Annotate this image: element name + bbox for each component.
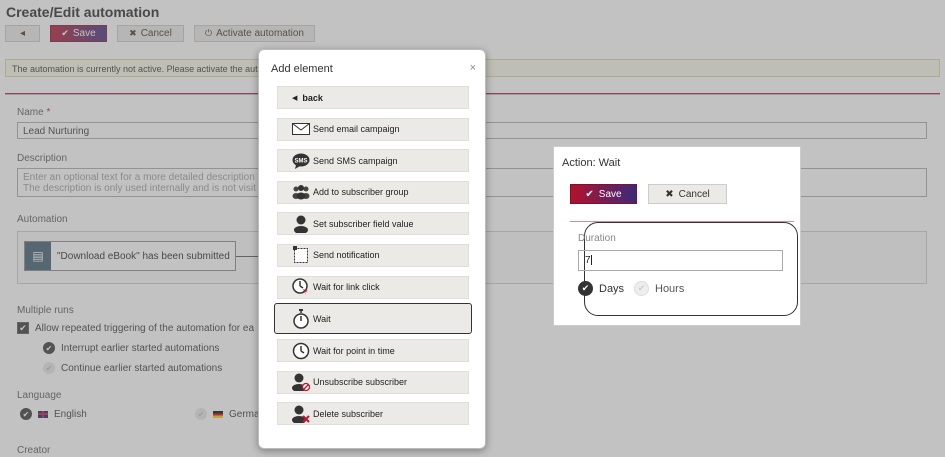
wait-panel-title: Action: Wait [562,157,621,169]
check-icon: ✔ [578,281,593,296]
sms-icon: SMS [291,152,311,170]
back-item[interactable]: ◀ back [277,86,469,109]
wait-save-button[interactable]: ✔ Save [570,184,637,204]
action-wait-panel: Action: Wait ✔ Save ✖ Cancel Duration 7 ✔ D… [553,146,801,326]
wait-for-point-in-time-item[interactable]: Wait for point in time [277,339,469,363]
user-delete-icon [291,405,311,423]
envelope-icon [291,120,311,138]
check-icon: ✔ [634,281,649,296]
unit-hours-radio[interactable]: ✔ Hours [634,281,684,296]
text-cursor [590,255,592,266]
send-notification-item[interactable]: Send notification [277,243,469,267]
stopwatch-icon [291,308,311,329]
close-icon: ✖ [665,188,674,200]
user-unsubscribe-icon [291,373,311,392]
duration-label: Duration [578,233,616,244]
unit-days-radio[interactable]: ✔ Days [578,281,624,296]
svg-text:SMS: SMS [294,158,307,164]
element-list: ◀ back Send email campaign SMS Send SMS … [274,86,472,434]
send-email-campaign-item[interactable]: Send email campaign [277,117,469,141]
check-icon: ✔ [585,188,594,200]
add-to-subscriber-group-item[interactable]: Add to subscriber group [277,180,469,204]
user-icon [291,215,311,233]
chevron-left-icon: ◀ [292,94,298,102]
add-element-dialog: Add element × ◀ back Send email campaign… [258,49,486,449]
set-subscriber-field-value-item[interactable]: Set subscriber field value [277,212,469,236]
dialog-title: Add element [271,63,333,75]
wait-item[interactable]: Wait [274,303,472,335]
close-icon[interactable]: × [470,62,476,74]
send-sms-campaign-item[interactable]: SMS Send SMS campaign [277,149,469,173]
wait-for-link-click-item[interactable]: Wait for link click [277,275,469,299]
unsubscribe-subscriber-item[interactable]: Unsubscribe subscriber [277,370,469,394]
group-icon [291,183,311,201]
clock-icon [291,342,311,360]
duration-input[interactable]: 7 [578,250,783,271]
clock-click-icon [291,278,311,296]
delete-subscriber-item[interactable]: Delete subscriber [277,402,469,426]
wait-cancel-button[interactable]: ✖ Cancel [648,184,727,204]
notification-icon [291,246,311,264]
